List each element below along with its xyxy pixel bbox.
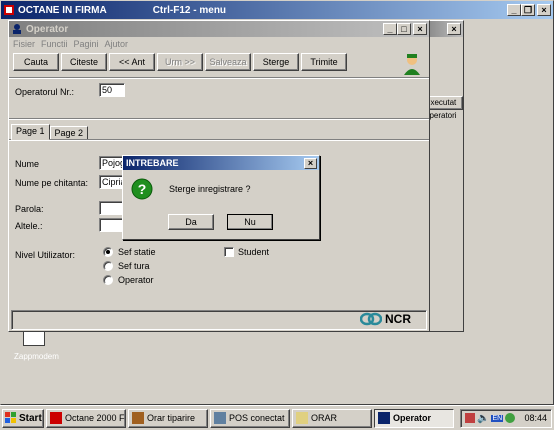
main-subtitle: Ctrl-F12 - menu bbox=[152, 4, 227, 16]
parola-field[interactable] bbox=[99, 201, 123, 215]
tray-network-icon[interactable] bbox=[505, 413, 516, 423]
op-maximize-button[interactable]: □ bbox=[397, 23, 411, 35]
close-button[interactable]: × bbox=[537, 4, 551, 16]
op-minimize-button[interactable]: _ bbox=[383, 23, 397, 35]
menu-bar: Fisier Functii Pagini Ajutor bbox=[9, 37, 429, 51]
desktop-icon-label: Zappmodem bbox=[14, 352, 59, 361]
radio-operator[interactable]: Operator bbox=[103, 275, 154, 285]
citeste-button[interactable]: Citeste bbox=[61, 53, 107, 71]
confirm-dialog: INTREBARE × ? Sterge inregistrare ? Da N… bbox=[122, 155, 320, 240]
altele-field[interactable] bbox=[99, 218, 123, 232]
task-orar-label: ORAR bbox=[311, 413, 338, 423]
previous-button[interactable]: << Ant bbox=[109, 53, 155, 71]
zappmodem-desktop-icon[interactable]: Zappmodem bbox=[14, 330, 59, 361]
header-divider bbox=[9, 118, 429, 120]
cauta-button[interactable]: Cauta bbox=[13, 53, 59, 71]
task-pos-conectat-label: POS conectat bbox=[229, 413, 285, 423]
menu-ajutor[interactable]: Ajutor bbox=[105, 39, 129, 49]
trimite-button[interactable]: Trimite bbox=[301, 53, 347, 71]
nume-field[interactable]: Pojoga bbox=[99, 156, 123, 170]
clock[interactable]: 08:44 bbox=[524, 413, 547, 423]
student-label: Student bbox=[238, 247, 270, 257]
octane-icon bbox=[50, 412, 62, 424]
task-operator[interactable]: Operator bbox=[374, 408, 454, 428]
radio-dot bbox=[103, 247, 113, 257]
nume-chitanta-field[interactable]: Cipria bbox=[99, 175, 123, 189]
tab-divider bbox=[9, 139, 429, 141]
radio-dot bbox=[103, 275, 113, 285]
operator-titlebar[interactable]: Operator _ □ × bbox=[9, 21, 429, 37]
next-button[interactable]: Urm >> bbox=[157, 53, 203, 71]
bg-item-executat[interactable]: executat bbox=[425, 96, 463, 110]
operator-window-icon bbox=[13, 24, 21, 34]
minimize-button[interactable]: _ bbox=[507, 4, 521, 16]
question-icon: ? bbox=[131, 178, 153, 200]
radio-sef-statie-label: Sef statie bbox=[118, 247, 156, 257]
tab-strip: Page 1 Page 2 bbox=[11, 124, 89, 140]
svg-text:?: ? bbox=[138, 181, 147, 197]
nu-button[interactable]: Nu bbox=[227, 214, 273, 230]
system-tray: 🔈 EN 08:44 bbox=[460, 408, 552, 428]
dialog-message: Sterge inregistrare ? bbox=[169, 184, 251, 194]
start-button[interactable]: Start bbox=[2, 408, 44, 428]
operator-avatar-icon bbox=[404, 54, 420, 75]
toolbar-divider bbox=[9, 77, 429, 79]
radio-operator-label: Operator bbox=[118, 275, 154, 285]
parola-label: Parola: bbox=[15, 204, 44, 214]
start-label: Start bbox=[19, 412, 42, 424]
radio-dot bbox=[103, 261, 113, 271]
task-octane[interactable]: Octane 2000 Fo... bbox=[46, 408, 126, 428]
nume-label: Nume bbox=[15, 159, 40, 169]
menu-functii[interactable]: Functii bbox=[41, 39, 68, 49]
task-orar-tiparire[interactable]: Orar tiparire bbox=[128, 408, 208, 428]
da-button[interactable]: Da bbox=[168, 214, 214, 230]
task-orar[interactable]: ORAR bbox=[292, 408, 372, 428]
printer-icon bbox=[132, 412, 144, 424]
ncr-text: NCR bbox=[385, 312, 411, 326]
main-titlebar[interactable]: OCTANE IN FIRMA Ctrl-F12 - menu _ ❐ × bbox=[1, 1, 553, 19]
main-title: OCTANE IN FIRMA bbox=[18, 4, 107, 16]
task-orar-tiparire-label: Orar tiparire bbox=[147, 413, 196, 423]
altele-label: Altele.: bbox=[15, 221, 43, 231]
task-operator-label: Operator bbox=[393, 413, 432, 423]
toolbar: Cauta Citeste << Ant Urm >> Salveaza Ste… bbox=[11, 53, 425, 75]
nume-chitanta-label: Nume pe chitanta: bbox=[15, 178, 89, 188]
tab-page-1[interactable]: Page 1 bbox=[11, 124, 50, 140]
nivel-utilizator-label: Nivel Utilizator: bbox=[15, 250, 76, 260]
menu-fisier[interactable]: Fisier bbox=[13, 39, 35, 49]
modem-icon bbox=[23, 330, 45, 346]
radio-sef-statie[interactable]: Sef statie bbox=[103, 247, 156, 257]
sterge-button[interactable]: Sterge bbox=[253, 53, 299, 71]
speaker-icon[interactable]: 🔈 bbox=[477, 413, 489, 424]
operator-title: Operator bbox=[26, 23, 69, 35]
language-indicator[interactable]: EN bbox=[491, 414, 504, 422]
student-checkbox[interactable]: Student bbox=[224, 247, 269, 257]
ncr-logo-icon bbox=[360, 312, 382, 326]
salveaza-button[interactable]: Salveaza bbox=[205, 53, 251, 71]
operator-icon bbox=[378, 412, 390, 424]
pos-icon bbox=[214, 412, 226, 424]
app-icon bbox=[4, 5, 14, 15]
orar-icon bbox=[296, 412, 308, 424]
task-octane-label: Octane 2000 Fo... bbox=[65, 413, 125, 423]
radio-sef-tura[interactable]: Sef tura bbox=[103, 261, 150, 271]
menu-pagini[interactable]: Pagini bbox=[74, 39, 99, 49]
radio-sef-tura-label: Sef tura bbox=[118, 261, 150, 271]
tray-app-icon[interactable] bbox=[465, 413, 475, 423]
dialog-close-button[interactable]: × bbox=[304, 157, 317, 169]
operator-nr-label: Operatorul Nr.: bbox=[15, 87, 75, 97]
bg-item-operatori[interactable]: operatori bbox=[425, 111, 463, 120]
tab-page-2[interactable]: Page 2 bbox=[49, 126, 89, 140]
windows-logo-icon bbox=[5, 412, 16, 423]
ncr-logo: NCR bbox=[360, 312, 411, 326]
operator-nr-field[interactable]: 50 bbox=[99, 83, 125, 97]
bg-close-button[interactable]: × bbox=[447, 23, 461, 35]
taskbar: Start Octane 2000 Fo... Orar tiparire PO… bbox=[0, 405, 554, 430]
dialog-title: INTREBARE bbox=[126, 158, 179, 168]
restore-button[interactable]: ❐ bbox=[521, 4, 535, 16]
checkbox-box bbox=[224, 247, 234, 257]
dialog-titlebar[interactable]: INTREBARE × bbox=[123, 156, 319, 170]
task-pos-conectat[interactable]: POS conectat bbox=[210, 408, 290, 428]
op-close-button[interactable]: × bbox=[413, 23, 427, 35]
